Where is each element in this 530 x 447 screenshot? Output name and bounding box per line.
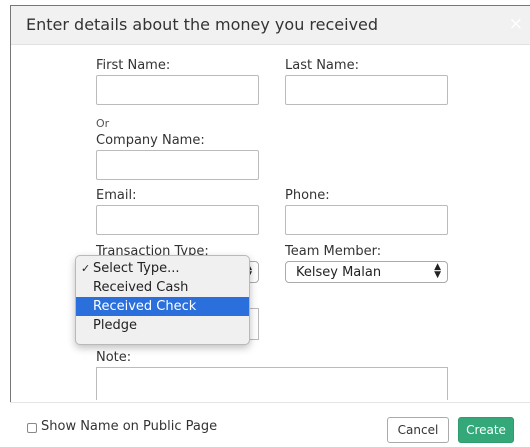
option-received-cash[interactable]: Received Cash [76, 278, 249, 297]
option-select-type[interactable]: ✓ Select Type... [76, 259, 249, 278]
show-name-label: Show Name on Public Page [41, 419, 218, 434]
select-arrows-icon: ▲▼ [434, 262, 441, 280]
team-member-select[interactable]: Kelsey Malan ▲ ▼ [285, 261, 448, 283]
dialog-title: Enter details about the money you receiv… [26, 15, 379, 34]
phone-label: Phone: [285, 188, 330, 203]
first-name-input[interactable] [96, 75, 259, 105]
show-name-checkbox[interactable] [27, 423, 37, 433]
dialog-header: Enter details about the money you receiv… [11, 6, 530, 45]
close-icon[interactable]: × [509, 14, 523, 34]
checkmark-icon: ✓ [81, 262, 91, 275]
team-member-value: Kelsey Malan [296, 265, 382, 280]
phone-input[interactable] [285, 205, 448, 235]
company-name-input[interactable] [96, 150, 259, 180]
cancel-button[interactable]: Cancel [387, 417, 449, 443]
note-label: Note: [96, 350, 132, 365]
email-input[interactable] [96, 205, 259, 235]
note-textarea[interactable] [96, 367, 448, 400]
team-member-label: Team Member: [285, 244, 382, 259]
option-pledge[interactable]: Pledge [76, 316, 249, 335]
create-button[interactable]: Create [458, 417, 514, 443]
email-label: Email: [96, 188, 137, 203]
transaction-type-dropdown: ✓ Select Type... Received Cash Received … [75, 255, 250, 345]
first-name-label: First Name: [96, 58, 171, 73]
hidden-amount-field[interactable] [250, 308, 259, 340]
or-text: Or [96, 117, 110, 130]
option-received-check[interactable]: Received Check [76, 297, 249, 316]
last-name-label: Last Name: [285, 58, 359, 73]
company-name-label: Company Name: [96, 133, 205, 148]
last-name-input[interactable] [285, 75, 448, 105]
dialog-footer: Show Name on Public Page Cancel Create [10, 402, 530, 447]
